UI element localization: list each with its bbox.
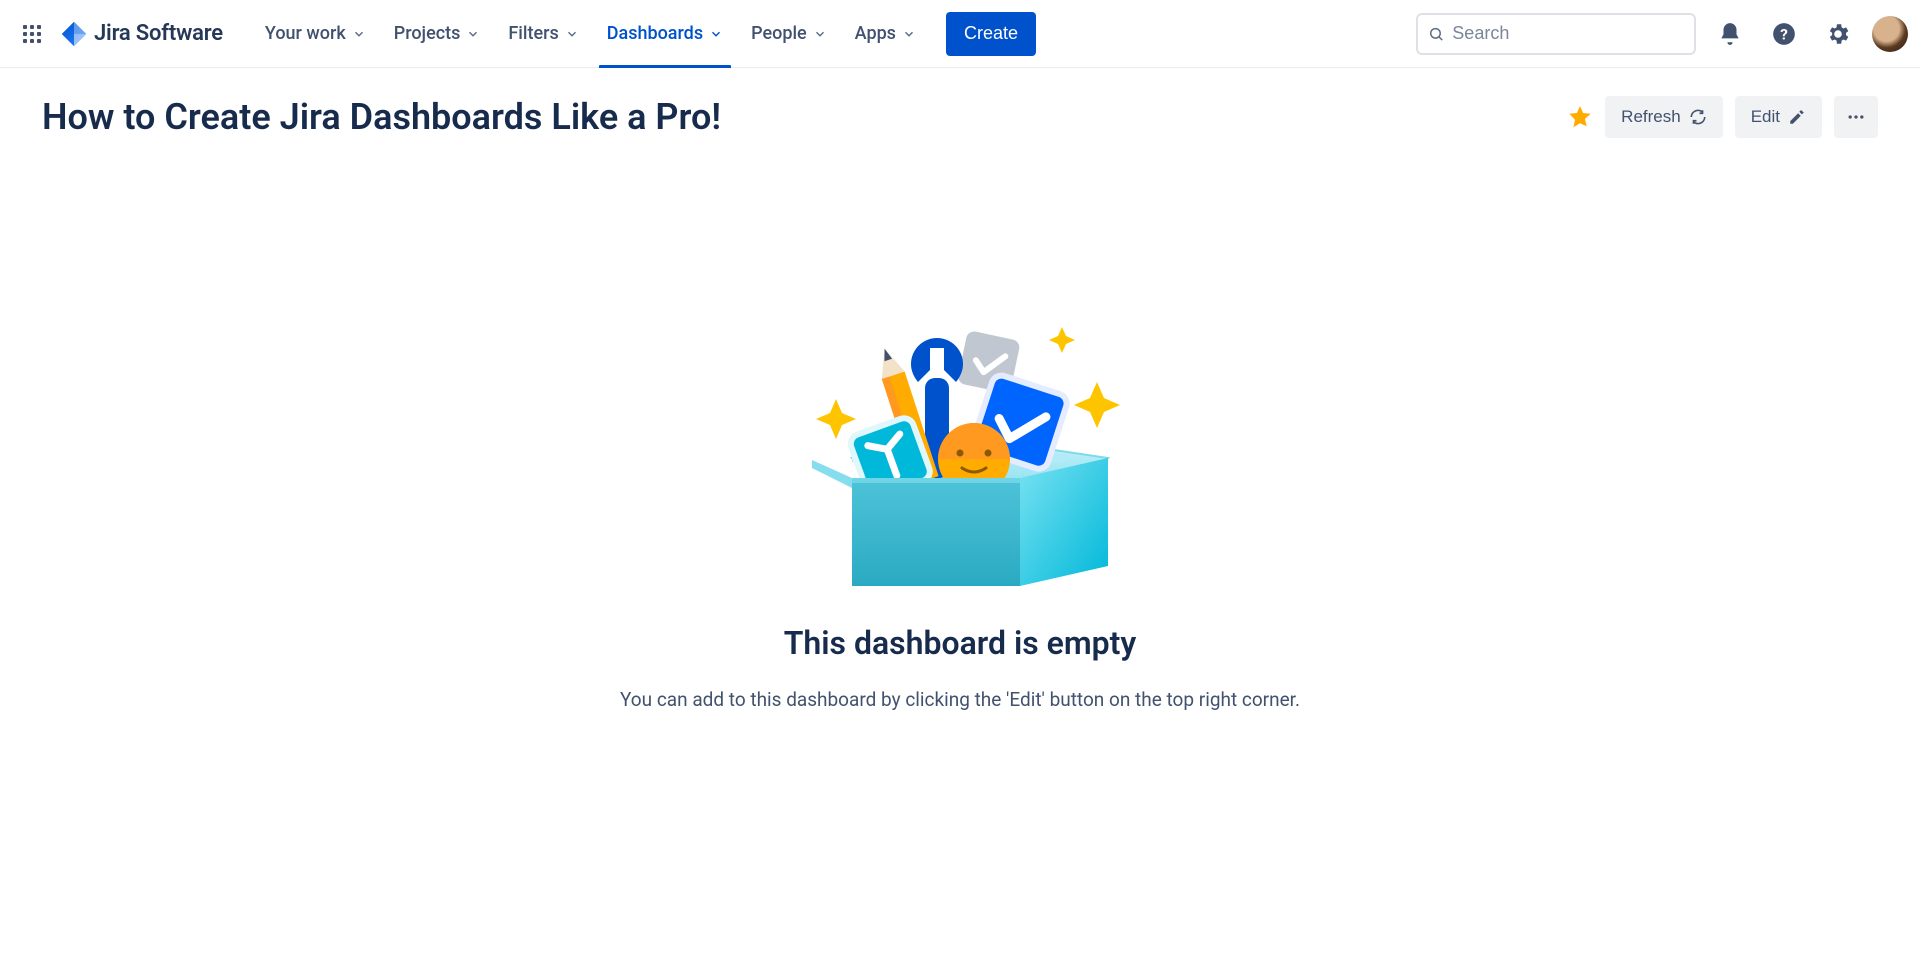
more-horizontal-icon <box>1846 107 1866 127</box>
nav-label: Projects <box>394 23 461 44</box>
page-actions: Refresh Edit <box>1567 96 1878 138</box>
empty-state-title: This dashboard is empty <box>784 624 1137 662</box>
app-switcher-icon[interactable] <box>12 14 52 54</box>
nav-label: People <box>751 23 807 44</box>
global-nav: Jira Software Your work Projects Filters… <box>0 0 1920 68</box>
global-search[interactable] <box>1416 13 1696 55</box>
page-header: How to Create Jira Dashboards Like a Pro… <box>0 68 1920 138</box>
refresh-label: Refresh <box>1621 107 1681 127</box>
product-logo[interactable]: Jira Software <box>56 20 235 48</box>
create-button[interactable]: Create <box>946 12 1036 56</box>
nav-dashboards[interactable]: Dashboards <box>593 0 737 67</box>
product-name: Jira Software <box>94 21 223 46</box>
refresh-icon <box>1689 108 1707 126</box>
toolbox-illustration <box>790 318 1130 598</box>
svg-text:?: ? <box>1780 25 1788 43</box>
chevron-down-icon <box>466 27 480 41</box>
more-actions-button[interactable] <box>1834 96 1878 138</box>
search-input[interactable] <box>1452 23 1684 44</box>
edit-button[interactable]: Edit <box>1735 96 1822 138</box>
jira-logo-icon <box>60 20 88 48</box>
nav-projects[interactable]: Projects <box>380 0 495 67</box>
nav-label: Dashboards <box>607 23 703 44</box>
empty-state-subtitle: You can add to this dashboard by clickin… <box>620 688 1300 711</box>
nav-people[interactable]: People <box>737 0 841 67</box>
star-button[interactable] <box>1567 104 1593 130</box>
nav-your-work[interactable]: Your work <box>251 0 380 67</box>
nav-label: Your work <box>265 23 346 44</box>
chevron-down-icon <box>813 27 827 41</box>
refresh-button[interactable]: Refresh <box>1605 96 1723 138</box>
chevron-down-icon <box>902 27 916 41</box>
settings-icon[interactable] <box>1818 14 1858 54</box>
empty-state: This dashboard is empty You can add to t… <box>0 318 1920 711</box>
nav-apps[interactable]: Apps <box>841 0 930 67</box>
star-filled-icon <box>1567 104 1593 130</box>
nav-filters[interactable]: Filters <box>494 0 592 67</box>
chevron-down-icon <box>352 27 366 41</box>
primary-nav: Your work Projects Filters Dashboards Pe… <box>251 0 930 67</box>
nav-right-group: ? <box>1416 13 1908 55</box>
nav-label: Apps <box>855 23 896 44</box>
search-icon <box>1428 25 1444 43</box>
edit-label: Edit <box>1751 107 1780 127</box>
notifications-icon[interactable] <box>1710 14 1750 54</box>
help-icon[interactable]: ? <box>1764 14 1804 54</box>
chevron-down-icon <box>565 27 579 41</box>
chevron-down-icon <box>709 27 723 41</box>
pencil-icon <box>1788 108 1806 126</box>
page-title: How to Create Jira Dashboards Like a Pro… <box>42 96 721 138</box>
profile-avatar[interactable] <box>1872 16 1908 52</box>
nav-label: Filters <box>508 23 558 44</box>
